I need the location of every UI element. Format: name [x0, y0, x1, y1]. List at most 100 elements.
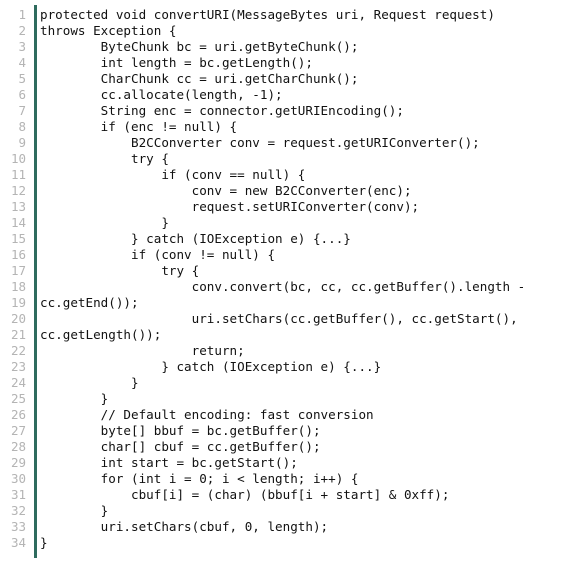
line-code: } — [40, 391, 109, 406]
line-number: 16 — [10, 247, 26, 262]
line-number: 29 — [10, 455, 26, 470]
line-code: int length = bc.getLength(); — [40, 55, 313, 70]
code-line: 11 if (conv == null) { — [0, 167, 577, 183]
code-line: 18 conv.convert(bc, cc, cc.getBuffer().l… — [0, 279, 577, 295]
line-code: } — [40, 375, 139, 390]
line-code: conv.convert(bc, cc, cc.getBuffer().leng… — [40, 279, 526, 294]
line-number: 19 — [10, 295, 26, 310]
code-line: 12 conv = new B2CConverter(enc); — [0, 183, 577, 199]
line-number: 5 — [18, 71, 26, 86]
code-line: 22 return; — [0, 343, 577, 359]
line-number: 22 — [10, 343, 26, 358]
gutter-divider — [34, 5, 37, 558]
code-line: 4 int length = bc.getLength(); — [0, 55, 577, 71]
line-number: 25 — [10, 391, 26, 406]
code-line: 25 } — [0, 391, 577, 407]
code-line: 5 CharChunk cc = uri.getCharChunk(); — [0, 71, 577, 87]
line-number: 23 — [10, 359, 26, 374]
line-code: int start = bc.getStart(); — [40, 455, 298, 470]
line-code: } — [40, 215, 169, 230]
code-line: 10 try { — [0, 151, 577, 167]
line-code: byte[] bbuf = bc.getBuffer(); — [40, 423, 321, 438]
line-number: 27 — [10, 423, 26, 438]
code-line: 2 throws Exception { — [0, 23, 577, 39]
line-code: uri.setChars(cbuf, 0, length); — [40, 519, 329, 534]
line-number: 9 — [18, 135, 26, 150]
code-line: 32 } — [0, 503, 577, 519]
code-line: 33 uri.setChars(cbuf, 0, length); — [0, 519, 577, 535]
line-code: cc.getEnd()); — [40, 295, 139, 310]
line-number: 33 — [10, 519, 26, 534]
code-line: 28 char[] cbuf = cc.getBuffer(); — [0, 439, 577, 455]
line-number: 18 — [10, 279, 26, 294]
line-number: 15 — [10, 231, 26, 246]
line-number: 28 — [10, 439, 26, 454]
line-number: 30 — [10, 471, 26, 486]
code-line: 6 cc.allocate(length, -1); — [0, 87, 577, 103]
line-code: cc.getLength()); — [40, 327, 162, 342]
line-code: ByteChunk bc = uri.getByteChunk(); — [40, 39, 359, 54]
line-number: 24 — [10, 375, 26, 390]
code-line: 17 try { — [0, 263, 577, 279]
code-line: 19 cc.getEnd()); — [0, 295, 577, 311]
line-number: 11 — [10, 167, 26, 182]
code-line: 7 String enc = connector.getURIEncoding(… — [0, 103, 577, 119]
line-number: 4 — [18, 55, 26, 70]
line-code: if (conv != null) { — [40, 247, 276, 262]
code-line: 3 ByteChunk bc = uri.getByteChunk(); — [0, 39, 577, 55]
code-line: 31 cbuf[i] = (char) (bbuf[i + start] & 0… — [0, 487, 577, 503]
line-number: 34 — [10, 535, 26, 550]
line-code: return; — [40, 343, 245, 358]
line-code: // Default encoding: fast conversion — [40, 407, 374, 422]
code-line: 21 cc.getLength()); — [0, 327, 577, 343]
code-listing: 1 protected void convertURI(MessageBytes … — [0, 0, 577, 569]
code-line: 24 } — [0, 375, 577, 391]
line-code: } — [40, 535, 48, 550]
code-line: 27 byte[] bbuf = bc.getBuffer(); — [0, 423, 577, 439]
line-number: 17 — [10, 263, 26, 278]
line-number: 6 — [18, 87, 26, 102]
line-code: try { — [40, 263, 200, 278]
line-code: if (conv == null) { — [40, 167, 306, 182]
line-number: 3 — [18, 39, 26, 54]
line-number: 8 — [18, 119, 26, 134]
code-lines-container: 1 protected void convertURI(MessageBytes … — [0, 7, 577, 551]
code-line: 9 B2CConverter conv = request.getURIConv… — [0, 135, 577, 151]
line-code: try { — [40, 151, 169, 166]
code-line: 13 request.setURIConverter(conv); — [0, 199, 577, 215]
line-code: request.setURIConverter(conv); — [40, 199, 420, 214]
line-code: cc.allocate(length, -1); — [40, 87, 283, 102]
code-line: 20 uri.setChars(cc.getBuffer(), cc.getSt… — [0, 311, 577, 327]
code-line: 15 } catch (IOException e) {...} — [0, 231, 577, 247]
code-line: 29 int start = bc.getStart(); — [0, 455, 577, 471]
line-code: throws Exception { — [40, 23, 177, 38]
code-line: 30 for (int i = 0; i < length; i++) { — [0, 471, 577, 487]
line-code: uri.setChars(cc.getBuffer(), cc.getStart… — [40, 311, 518, 326]
line-number: 26 — [10, 407, 26, 422]
line-code: if (enc != null) { — [40, 119, 238, 134]
line-code: char[] cbuf = cc.getBuffer(); — [40, 439, 321, 454]
line-code: protected void convertURI(MessageBytes u… — [40, 7, 495, 22]
line-number: 32 — [10, 503, 26, 518]
code-line: 1 protected void convertURI(MessageBytes … — [0, 7, 577, 23]
line-number: 1 — [18, 7, 26, 22]
line-code: } — [40, 503, 109, 518]
line-code: cbuf[i] = (char) (bbuf[i + start] & 0xff… — [40, 487, 450, 502]
line-number: 12 — [10, 183, 26, 198]
line-code: String enc = connector.getURIEncoding(); — [40, 103, 404, 118]
line-number: 31 — [10, 487, 26, 502]
code-line: 34} — [0, 535, 577, 551]
code-line: 14 } — [0, 215, 577, 231]
code-line: 26 // Default encoding: fast conversion — [0, 407, 577, 423]
code-line: 8 if (enc != null) { — [0, 119, 577, 135]
line-code: for (int i = 0; i < length; i++) { — [40, 471, 359, 486]
code-line: 23 } catch (IOException e) {...} — [0, 359, 577, 375]
line-number: 7 — [18, 103, 26, 118]
line-code: B2CConverter conv = request.getURIConver… — [40, 135, 480, 150]
line-code: conv = new B2CConverter(enc); — [40, 183, 412, 198]
line-number: 2 — [18, 23, 26, 38]
code-line: 16 if (conv != null) { — [0, 247, 577, 263]
line-code: } catch (IOException e) {...} — [40, 359, 382, 374]
line-number: 10 — [10, 151, 26, 166]
line-number: 14 — [10, 215, 26, 230]
